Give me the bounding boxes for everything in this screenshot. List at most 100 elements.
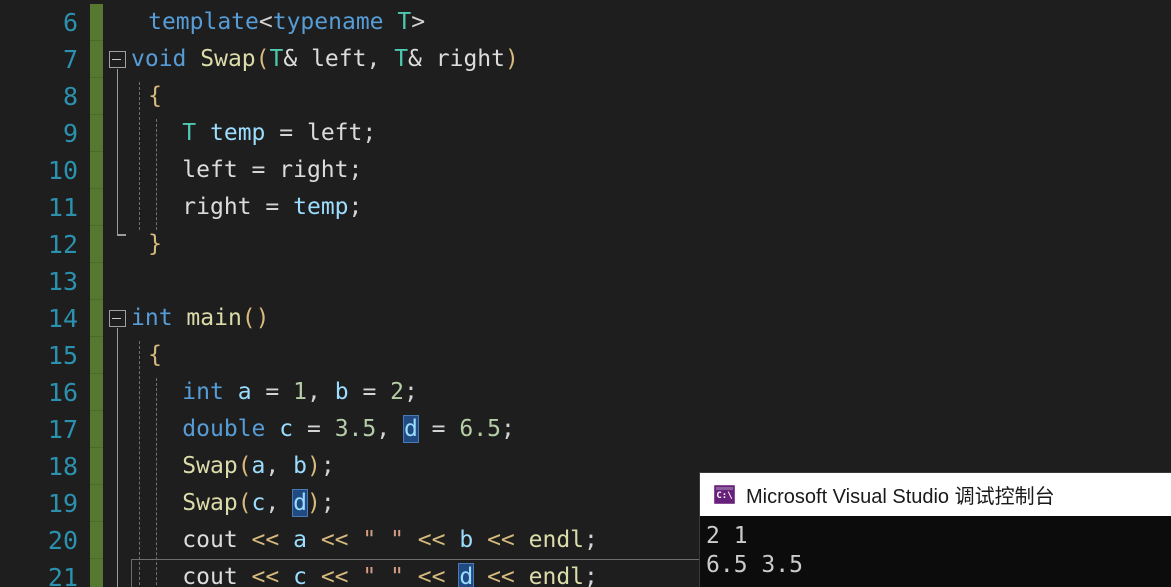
code-token: Swap — [182, 453, 238, 479]
code-token: template — [148, 9, 259, 35]
code-token: ; — [584, 564, 598, 587]
code-token: , — [307, 379, 321, 405]
code-token: ; — [584, 527, 598, 553]
code-text: cout << a << " " << b << endl; — [182, 522, 598, 559]
code-token: { — [148, 342, 162, 368]
code-line[interactable]: 7 void Swap(T& left, T& right) — [0, 41, 1171, 78]
code-token: " " — [362, 564, 404, 587]
change-tracking-bar — [90, 522, 103, 559]
code-token: << — [417, 527, 446, 553]
code-token: 2 — [390, 379, 405, 405]
code-line[interactable]: 12} — [0, 226, 1171, 263]
code-token: , — [265, 490, 280, 516]
fold-toggle-icon[interactable] — [109, 51, 126, 68]
code-token: right — [421, 46, 505, 72]
console-output-line: 6.5 3.5 — [706, 552, 803, 578]
code-text: Swap(c, d); — [182, 485, 335, 522]
code-line[interactable]: 15 { — [0, 337, 1171, 374]
code-line[interactable]: 9 T temp = left; — [0, 115, 1171, 152]
console-titlebar[interactable]: C:\ Microsoft Visual Studio 调试控制台 — [700, 473, 1171, 516]
line-number: 18 — [47, 452, 78, 481]
code-line[interactable]: 14 int main() — [0, 300, 1171, 337]
code-text: int main() — [131, 300, 270, 337]
line-number: 15 — [47, 341, 78, 370]
code-token: a — [251, 453, 266, 479]
code-token: Swap — [182, 490, 238, 516]
change-tracking-bar — [90, 115, 103, 152]
code-token: b — [334, 379, 349, 405]
code-token: ; — [348, 194, 363, 220]
console-output[interactable]: 2 1 6.5 3.5 — [700, 516, 1171, 587]
code-token: b — [293, 453, 307, 479]
code-token: d — [292, 489, 308, 517]
line-number: 11 — [47, 193, 78, 222]
code-text: template<typename T> — [148, 4, 425, 41]
code-line[interactable]: 11 right = temp; — [0, 189, 1171, 226]
code-text: T temp = left; — [182, 115, 376, 152]
line-number: 16 — [47, 378, 78, 407]
line-number: 13 — [47, 267, 78, 296]
code-token: , — [366, 46, 381, 72]
code-token: cout — [182, 564, 238, 587]
code-text: void Swap(T& left, T& right) — [131, 41, 519, 78]
line-number: 12 — [47, 230, 78, 259]
code-line[interactable]: 13 — [0, 263, 1171, 300]
code-token: left — [297, 46, 367, 72]
fold-toggle-icon[interactable] — [109, 310, 126, 327]
code-token: T — [182, 120, 197, 146]
debug-console-window[interactable]: C:\ Microsoft Visual Studio 调试控制台 2 1 6.5… — [700, 473, 1171, 587]
code-token: ; — [362, 120, 377, 146]
code-text: double c = 3.5, d = 6.5; — [182, 411, 515, 448]
code-token: a — [237, 379, 252, 405]
code-token: c — [251, 490, 266, 516]
code-line[interactable]: 10 left = right; — [0, 152, 1171, 189]
code-token: int — [131, 305, 173, 331]
code-token: & — [408, 46, 422, 72]
code-line[interactable]: 6 template<typename T> — [0, 4, 1171, 41]
indent-guide — [156, 119, 157, 230]
fold-connector — [116, 69, 126, 236]
code-token: right — [182, 194, 252, 220]
code-token: ) — [505, 46, 519, 72]
code-token: 6.5 — [459, 416, 501, 442]
change-tracking-bar — [90, 485, 103, 522]
change-tracking-bar — [90, 337, 103, 374]
code-line[interactable]: 8{ — [0, 78, 1171, 115]
line-number: 10 — [47, 156, 78, 185]
code-line[interactable]: 17 double c = 3.5, d = 6.5; — [0, 411, 1171, 448]
line-number: 17 — [47, 415, 78, 444]
code-token: () — [241, 305, 270, 331]
code-line[interactable]: 16 int a = 1, b = 2; — [0, 374, 1171, 411]
code-token: double — [182, 416, 266, 442]
change-tracking-bar — [90, 263, 103, 300]
line-number: 6 — [62, 8, 78, 37]
code-token: << — [487, 564, 515, 587]
code-token: T — [397, 9, 412, 35]
change-tracking-bar — [90, 448, 103, 485]
code-token: right — [265, 157, 349, 183]
code-token: left — [293, 120, 363, 146]
change-tracking-bar — [90, 559, 103, 587]
console-cmd-icon: C:\ — [714, 485, 735, 504]
